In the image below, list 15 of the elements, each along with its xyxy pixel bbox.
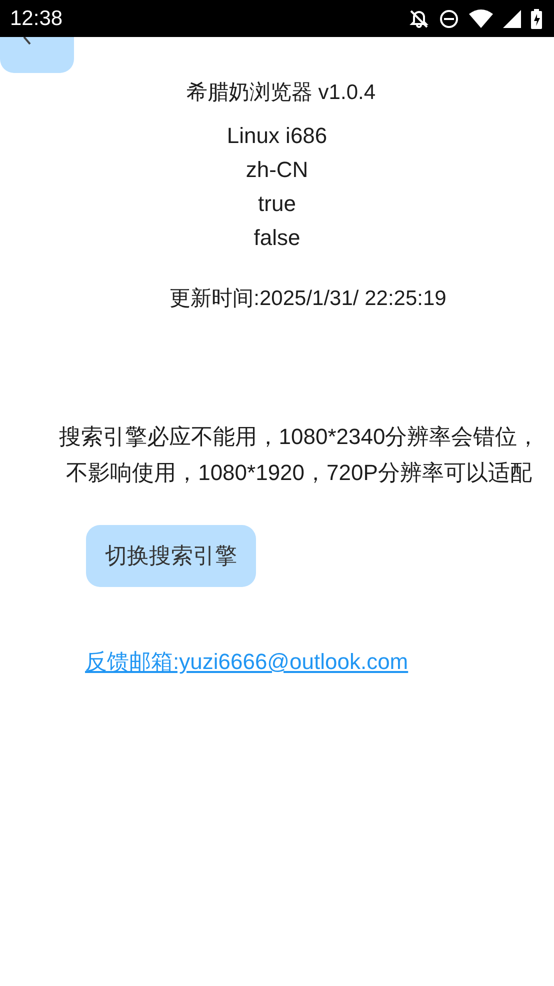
- clock: 12:38: [10, 6, 63, 30]
- notifications-off-icon: [409, 8, 429, 28]
- do-not-disturb-icon: [439, 8, 459, 28]
- battery-icon: [531, 8, 542, 28]
- update-time: 更新时间:2025/1/31/ 22:25:19: [170, 286, 446, 312]
- signal-icon: [503, 10, 521, 28]
- app-title: 希腊奶浏览器 v1.0.4: [186, 80, 376, 106]
- notice-text: 搜索引擎必应不能用，1080*2340分辨率会错位，不影响使用，1080*1920，720P分辨率可以适配: [58, 423, 540, 487]
- back-button[interactable]: [0, 37, 74, 73]
- info-line: true: [258, 190, 296, 218]
- info-line: zh-CN: [246, 156, 308, 184]
- switch-search-engine-button[interactable]: 切换搜索引擎: [86, 525, 256, 587]
- info-line: Linux i686: [226, 122, 328, 150]
- wifi-icon: [469, 8, 493, 28]
- info-line: false: [254, 224, 300, 252]
